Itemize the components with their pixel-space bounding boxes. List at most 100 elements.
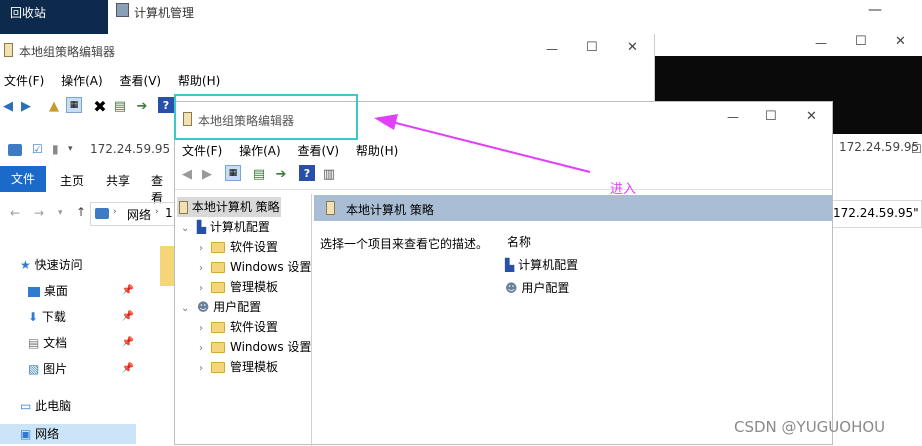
tree-root[interactable]: 本地计算机 策略 bbox=[177, 197, 281, 217]
tree-uc-windows[interactable]: › Windows 设置 bbox=[199, 337, 311, 357]
minimize-icon[interactable]: — bbox=[546, 42, 558, 56]
ribbon-file-tab[interactable]: 文件 bbox=[0, 166, 46, 192]
menu-view[interactable]: 查看(V) bbox=[298, 144, 340, 158]
tree-label: 管理模板 bbox=[230, 280, 279, 294]
tree-cc-software[interactable]: › 软件设置 bbox=[199, 237, 278, 257]
ribbon-tab-share[interactable]: 共享 bbox=[106, 172, 130, 189]
chevron-right-icon[interactable]: › bbox=[199, 239, 211, 259]
menu-help[interactable]: 帮助(H) bbox=[178, 74, 220, 88]
chevron-right-icon[interactable]: › bbox=[199, 259, 211, 279]
show-tree-icon[interactable]: ▦ bbox=[66, 97, 82, 113]
minimize-icon[interactable]: — bbox=[868, 2, 882, 18]
tree-pane: 本地计算机 策略 ⌄ ▙ 计算机配置 › 软件设置 › Windows 设置 › 管理… bbox=[175, 194, 312, 446]
tree-computer-config[interactable]: ⌄ ▙ 计算机配置 bbox=[181, 217, 270, 237]
details-header-title: 本地计算机 策略 bbox=[346, 203, 434, 217]
ribbon-tab-view[interactable]: 查看 bbox=[151, 172, 174, 206]
back-gpedit-title: 本地组策略编辑器 bbox=[19, 45, 116, 59]
tree-uc-software[interactable]: › 软件设置 bbox=[199, 317, 278, 337]
gpedit-app-icon bbox=[4, 43, 13, 57]
pin-icon[interactable]: 📌 bbox=[122, 281, 134, 301]
delete-icon[interactable]: ✖ bbox=[92, 97, 108, 116]
nav-back-icon[interactable]: ← bbox=[10, 206, 20, 220]
sidebar-item-this-pc[interactable]: ▭ 此电脑 bbox=[20, 396, 130, 416]
close-icon[interactable]: ✕ bbox=[806, 109, 817, 124]
user-config-icon: ☻ bbox=[505, 281, 518, 295]
tree-label: 本地计算机 策略 bbox=[191, 200, 280, 214]
sidebar-label: 图片 bbox=[43, 362, 68, 376]
chevron-down-icon[interactable]: ⌄ bbox=[181, 219, 193, 239]
show-tree-icon[interactable]: ▦ bbox=[225, 165, 241, 181]
sidebar-item-pictures[interactable]: ▧ 图片 📌 bbox=[28, 359, 134, 379]
tree-uc-templates[interactable]: › 管理模板 bbox=[199, 357, 278, 377]
export-icon[interactable]: ➔ bbox=[273, 166, 289, 182]
chevron-right-icon[interactable]: › bbox=[199, 339, 211, 359]
recycle-bin-label[interactable]: 回收站 bbox=[10, 4, 46, 21]
menu-action[interactable]: 操作(A) bbox=[239, 144, 281, 158]
sidebar-item-desktop[interactable]: 桌面 📌 bbox=[28, 281, 134, 301]
breadcrumb-tail[interactable]: 1 bbox=[165, 206, 173, 220]
menu-file[interactable]: 文件(F) bbox=[182, 144, 222, 158]
menu-help[interactable]: 帮助(H) bbox=[356, 144, 398, 158]
pin-icon[interactable]: 📌 bbox=[122, 333, 134, 353]
tree-cc-windows[interactable]: › Windows 设置 bbox=[199, 257, 311, 277]
nav-forward-icon[interactable]: → bbox=[34, 206, 44, 220]
maximize-icon[interactable]: ☐ bbox=[765, 109, 777, 124]
details-description: 选择一个项目来查看它的描述。 bbox=[320, 237, 489, 251]
back-arrow-icon[interactable]: ◀ bbox=[179, 166, 195, 182]
pictures-icon: ▧ bbox=[28, 362, 40, 376]
quick-access-dropdown-icon[interactable]: ▾ bbox=[68, 144, 73, 154]
minimize-icon[interactable]: — bbox=[815, 36, 827, 50]
list-item[interactable]: ☻ 用户配置 bbox=[505, 279, 569, 296]
maximize-icon[interactable]: ☐ bbox=[855, 34, 867, 49]
maximize-icon[interactable]: ☐ bbox=[911, 142, 922, 156]
properties-icon[interactable]: ▤ bbox=[251, 166, 267, 182]
maximize-icon[interactable]: ☐ bbox=[586, 40, 598, 55]
tree-cc-templates[interactable]: › 管理模板 bbox=[199, 277, 278, 297]
pin-icon[interactable]: 📌 bbox=[122, 307, 134, 327]
forward-arrow-icon[interactable]: ▶ bbox=[199, 166, 215, 182]
up-folder-icon[interactable]: ▲ bbox=[46, 98, 62, 114]
close-icon[interactable]: ✕ bbox=[627, 40, 638, 55]
quick-access-check-icon[interactable]: ☑ bbox=[32, 142, 43, 156]
chevron-down-icon[interactable]: ⌄ bbox=[181, 299, 193, 319]
list-item[interactable]: ▙ 计算机配置 bbox=[505, 256, 578, 273]
annotation-text: 进入 bbox=[610, 182, 637, 197]
breadcrumb-network[interactable]: 网络 bbox=[127, 206, 151, 223]
menu-action[interactable]: 操作(A) bbox=[61, 74, 103, 88]
front-gpedit-toolbar: ◀ ▶ ▦ ▤ ➔ ? ▥ bbox=[175, 160, 832, 190]
chevron-right-icon[interactable]: › bbox=[199, 319, 211, 339]
help-icon[interactable]: ? bbox=[158, 97, 174, 113]
recent-dropdown-icon[interactable]: ▾ bbox=[58, 208, 63, 218]
sidebar-item-documents[interactable]: ▤ 文档 📌 bbox=[28, 333, 134, 353]
back-arrow-icon[interactable]: ◀ bbox=[0, 98, 16, 114]
tree-user-config[interactable]: ⌄ ☻ 用户配置 bbox=[181, 297, 261, 317]
column-header-name[interactable]: 名称 bbox=[507, 233, 531, 250]
tree-label: Windows 设置 bbox=[230, 260, 312, 274]
properties-icon[interactable]: ▤ bbox=[112, 98, 128, 114]
folder-icon bbox=[211, 282, 225, 293]
ribbon-tab-home[interactable]: 主页 bbox=[60, 172, 84, 189]
minimize-icon[interactable]: — bbox=[727, 110, 739, 124]
help-icon[interactable]: ? bbox=[299, 165, 315, 181]
nav-up-icon[interactable]: ↑ bbox=[76, 205, 86, 219]
back-gpedit-menubar: 文件(F) 操作(A) 查看(V) 帮助(H) bbox=[4, 72, 233, 89]
address-bar[interactable]: › 网络 › 1 bbox=[90, 202, 174, 226]
chevron-right-icon[interactable]: › bbox=[199, 279, 211, 299]
folder-icon bbox=[211, 342, 225, 353]
background-window-controls: — ☐ ✕ bbox=[655, 34, 922, 56]
quick-access-doc-icon[interactable]: ▮ bbox=[52, 142, 59, 156]
sidebar-item-quick-access[interactable]: ★ 快速访问 bbox=[20, 255, 130, 275]
sidebar-item-downloads[interactable]: ⬇ 下载 📌 bbox=[28, 307, 134, 327]
computer-management-icon bbox=[116, 3, 129, 17]
pin-icon[interactable]: 📌 bbox=[122, 359, 134, 379]
sidebar-item-network[interactable]: ▣ 网络 bbox=[0, 424, 136, 444]
list-item-label: 用户配置 bbox=[521, 281, 570, 295]
export-icon[interactable]: ➔ bbox=[134, 98, 150, 114]
console-view-icon[interactable]: ▥ bbox=[321, 166, 337, 182]
close-icon[interactable]: ✕ bbox=[895, 34, 906, 49]
computer-icon: ▭ bbox=[20, 399, 32, 413]
chevron-right-icon[interactable]: › bbox=[199, 359, 211, 379]
menu-view[interactable]: 查看(V) bbox=[120, 74, 162, 88]
menu-file[interactable]: 文件(F) bbox=[4, 74, 44, 88]
forward-arrow-icon[interactable]: ▶ bbox=[18, 98, 34, 114]
